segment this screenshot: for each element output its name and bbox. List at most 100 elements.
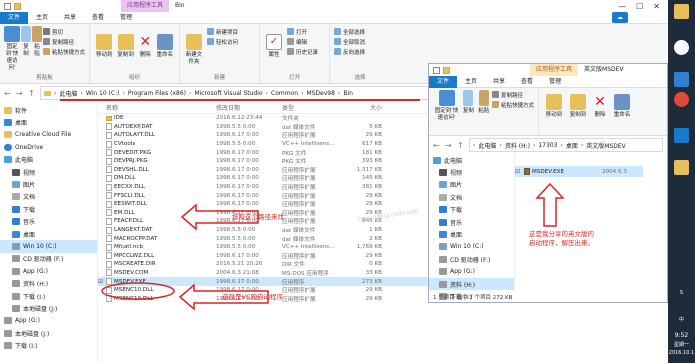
- folder-icon[interactable]: [674, 160, 689, 175]
- breadcrumb-item[interactable]: 此电脑: [59, 89, 77, 98]
- file-explorer-icon[interactable]: [674, 4, 689, 19]
- copy-path-button[interactable]: 复制路径: [492, 90, 534, 99]
- save-icon[interactable]: [433, 66, 440, 74]
- ime-indicator[interactable]: 中: [668, 316, 695, 323]
- date-column-header[interactable]: 修改日期: [216, 103, 282, 112]
- close-button[interactable]: ✕: [653, 2, 660, 11]
- app-icon[interactable]: [674, 128, 689, 143]
- select-all-button[interactable]: 全部选择: [334, 27, 386, 36]
- copy-button[interactable]: 复制: [21, 26, 31, 58]
- paste-shortcut-button[interactable]: 粘贴快捷方式: [43, 47, 85, 56]
- up-arrow-icon[interactable]: ↑: [457, 141, 465, 150]
- maximize-button[interactable]: ☐: [636, 2, 643, 11]
- tab-share[interactable]: 共享: [485, 76, 513, 88]
- nav-item[interactable]: 本地磁盘 (J:): [0, 327, 97, 339]
- cut-button[interactable]: 剪切: [43, 27, 85, 36]
- nav-item[interactable]: 软件: [0, 104, 97, 116]
- nav-item[interactable]: Win 10 (C:): [0, 240, 97, 253]
- copy-to-button[interactable]: 复制到: [115, 34, 135, 59]
- tab-manage[interactable]: 管理: [112, 12, 140, 24]
- edit-button[interactable]: 编辑: [287, 37, 318, 46]
- breadcrumb-item[interactable]: 桌面: [566, 141, 578, 150]
- clock-time[interactable]: 9:52: [668, 332, 695, 339]
- nav-item[interactable]: 音乐: [0, 216, 97, 228]
- breadcrumb-item[interactable]: 此电脑: [478, 141, 496, 150]
- easy-access-button[interactable]: 轻松访问: [207, 37, 238, 46]
- breadcrumb-item[interactable]: 英文版MSDEV: [586, 141, 626, 150]
- pin-quick-access-button[interactable]: 固定到'快速访问': [433, 90, 460, 122]
- paste-button[interactable]: 粘贴: [477, 90, 491, 115]
- nav-item[interactable]: 资料 (H:): [429, 277, 514, 291]
- breadcrumb-item[interactable]: Bin: [343, 90, 353, 97]
- nav-item[interactable]: App (G:): [0, 315, 97, 327]
- open-button[interactable]: 打开: [287, 27, 318, 36]
- tab-view[interactable]: 查看: [84, 12, 112, 24]
- nav-item[interactable]: 桌面: [429, 228, 514, 240]
- rename-button[interactable]: 重命名: [155, 34, 175, 59]
- nav-item[interactable]: App (G:): [0, 265, 97, 277]
- ie-icon[interactable]: [674, 40, 689, 55]
- nav-item[interactable]: 桌面: [0, 228, 97, 240]
- nav-item[interactable]: OneDrive: [0, 141, 97, 153]
- breadcrumb-item[interactable]: Microsoft Visual Studio: [194, 90, 262, 97]
- forward-arrow-icon[interactable]: →: [16, 89, 24, 98]
- select-none-button[interactable]: 全部取消: [334, 37, 386, 46]
- file-row-msdev[interactable]: ☑ MSDEV.EXE 2004.6.3: [515, 166, 643, 177]
- nav-item[interactable]: 图片: [429, 179, 514, 191]
- nav-item[interactable]: Creative Cloud File: [0, 129, 97, 141]
- address-bar[interactable]: › 此电脑 › 资料 (H:) › 17303 › 桌面 › 英文版MSDEV: [469, 138, 663, 152]
- rename-button[interactable]: 重命名: [611, 94, 633, 119]
- name-column-header[interactable]: 名称: [106, 103, 216, 112]
- nav-item[interactable]: 桌面: [0, 116, 97, 128]
- forward-arrow-icon[interactable]: →: [445, 141, 453, 150]
- tab-manage[interactable]: 管理: [541, 76, 569, 88]
- history-button[interactable]: 历史记录: [287, 47, 318, 56]
- nav-item[interactable]: 视频: [0, 166, 97, 178]
- back-arrow-icon[interactable]: ←: [4, 89, 12, 98]
- chrome-icon[interactable]: [674, 92, 689, 107]
- invert-selection-button[interactable]: 反向选择: [334, 47, 386, 56]
- delete-button[interactable]: ✕ 删除: [591, 94, 609, 119]
- tab-view[interactable]: 查看: [513, 76, 541, 88]
- new-item-button[interactable]: 新建项目: [207, 27, 238, 36]
- nav-item[interactable]: 下载: [0, 203, 97, 215]
- paste-button[interactable]: 粘贴: [32, 26, 42, 58]
- delete-button[interactable]: ✕ 删除: [137, 34, 154, 59]
- nav-item[interactable]: 音乐: [429, 216, 514, 228]
- breadcrumb-item[interactable]: 17303: [538, 142, 557, 149]
- nav-item[interactable]: 下载 (I:): [0, 339, 97, 351]
- move-to-button[interactable]: 移动到: [94, 34, 114, 59]
- nav-item[interactable]: Win 10 (C:): [429, 241, 514, 253]
- nav-item[interactable]: 本地磁盘 (J:): [0, 302, 97, 314]
- minimize-button[interactable]: —: [618, 2, 626, 11]
- folder-icon[interactable]: [14, 2, 21, 10]
- breadcrumb-item[interactable]: 资料 (H:): [505, 141, 530, 150]
- breadcrumb-item[interactable]: Win 10 (C:): [86, 90, 120, 97]
- nav-item[interactable]: 视频: [429, 166, 514, 178]
- tab-home[interactable]: 主页: [457, 76, 485, 88]
- move-to-button[interactable]: 移动到: [543, 94, 565, 119]
- properties-button[interactable]: ✓ 属性: [264, 34, 284, 59]
- size-column-header[interactable]: 大小: [342, 103, 382, 112]
- paste-shortcut-button[interactable]: 粘贴快捷方式: [492, 100, 534, 109]
- breadcrumb-item[interactable]: Program Files (x86): [128, 90, 186, 97]
- pin-quick-access-button[interactable]: 固定到'快速访问': [4, 26, 20, 72]
- type-column-header[interactable]: 类型: [282, 103, 342, 112]
- back-arrow-icon[interactable]: ←: [433, 141, 441, 150]
- tab-home[interactable]: 主页: [28, 12, 56, 24]
- nav-item[interactable]: 图片: [0, 178, 97, 190]
- nav-item[interactable]: 资料 (H:): [0, 277, 97, 289]
- nav-item[interactable]: CD 驱动器 (F:): [0, 253, 97, 265]
- store-icon[interactable]: [674, 72, 689, 87]
- nav-item[interactable]: 文档: [429, 191, 514, 203]
- sign-in-button[interactable]: ☁: [612, 12, 628, 23]
- copy-to-button[interactable]: 复制到: [567, 94, 589, 119]
- up-arrow-icon[interactable]: ↑: [28, 89, 36, 98]
- nav-item[interactable]: CD 驱动器 (F:): [429, 253, 514, 265]
- tab-file[interactable]: 文件: [0, 11, 29, 24]
- copy-path-button[interactable]: 复制路径: [43, 37, 85, 46]
- copy-button[interactable]: 复制: [461, 90, 475, 115]
- input-language[interactable]: S: [668, 290, 695, 296]
- tab-file[interactable]: 文件: [429, 75, 458, 88]
- tab-share[interactable]: 共享: [56, 12, 84, 24]
